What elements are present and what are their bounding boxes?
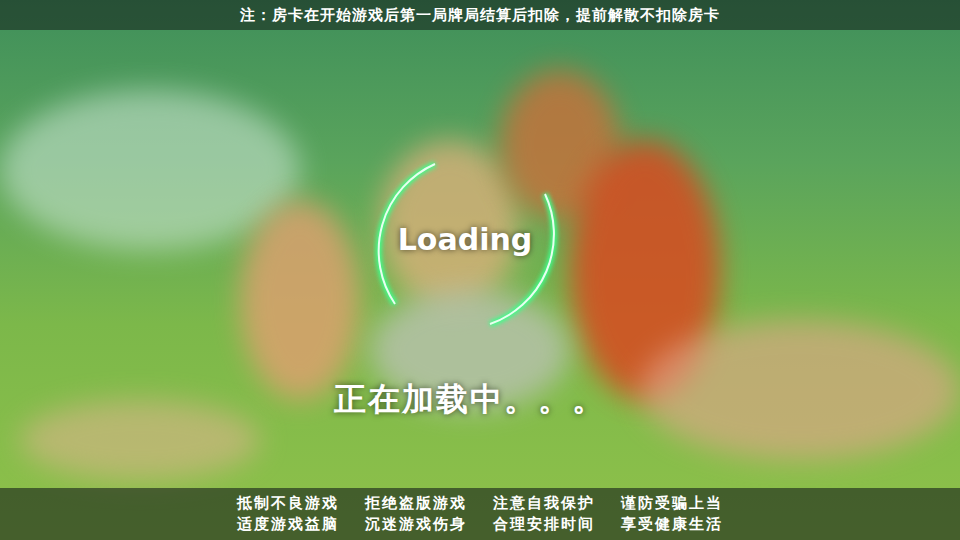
advice-text: 适度游戏益脑 bbox=[237, 515, 339, 534]
notice-text: 注：房卡在开始游戏后第一局牌局结算后扣除，提前解散不扣除房卡 bbox=[240, 6, 720, 25]
loading-screen: 注：房卡在开始游戏后第一局牌局结算后扣除，提前解散不扣除房卡 Loading 正在加… bbox=[0, 0, 960, 540]
loading-label: Loading bbox=[398, 222, 533, 257]
advice-row: 适度游戏益脑 沉迷游戏伤身 合理安排时间 享受健康生活 bbox=[237, 515, 723, 534]
advice-text: 谨防受骗上当 bbox=[621, 494, 723, 513]
loading-spinner: Loading bbox=[355, 134, 575, 344]
advice-text: 沉迷游戏伤身 bbox=[365, 515, 467, 534]
health-advice-bar: 抵制不良游戏 拒绝盗版游戏 注意自我保护 谨防受骗上当适度游戏益脑 沉迷游戏伤身 合理安排… bbox=[0, 488, 960, 540]
advice-text: 抵制不良游戏 bbox=[237, 494, 339, 513]
loading-area: Loading 正在加载中。。。 bbox=[0, 30, 960, 488]
advice-text: 注意自我保护 bbox=[493, 494, 595, 513]
advice-text: 拒绝盗版游戏 bbox=[365, 494, 467, 513]
loading-message: 正在加载中。。。 bbox=[334, 378, 606, 422]
advice-row: 抵制不良游戏 拒绝盗版游戏 注意自我保护 谨防受骗上当 bbox=[237, 494, 723, 513]
advice-text: 合理安排时间 bbox=[493, 515, 595, 534]
notice-bar: 注：房卡在开始游戏后第一局牌局结算后扣除，提前解散不扣除房卡 bbox=[0, 0, 960, 30]
advice-text: 享受健康生活 bbox=[621, 515, 723, 534]
